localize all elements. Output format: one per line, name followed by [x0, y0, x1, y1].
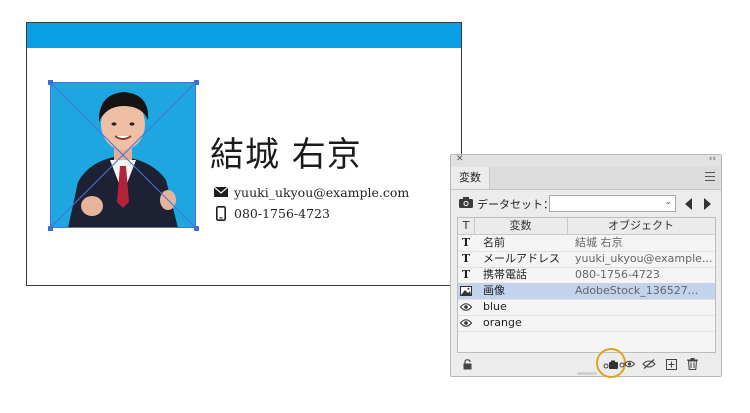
image-variable-icon: [458, 283, 474, 299]
panel-title-strip: ✕ ‹‹: [451, 154, 721, 167]
capture-dataset-icon[interactable]: [603, 357, 619, 371]
variable-object: 結城 右京: [575, 236, 623, 249]
table-header: T 変数 オブジェクト: [458, 218, 715, 235]
portrait-photo[interactable]: [50, 82, 196, 228]
card-email-row: yuuki_ukyou@example.com: [213, 183, 409, 201]
table-row[interactable]: blue: [458, 299, 715, 316]
table-row[interactable]: T 携帯電話 080-1756-4723: [458, 267, 715, 284]
variable-name: 画像: [483, 284, 505, 297]
portrait-illustration: [50, 82, 196, 228]
lock-icon[interactable]: [459, 357, 475, 371]
visibility-variable-icon: [458, 299, 474, 315]
card-email-text[interactable]: yuuki_ukyou@example.com: [234, 185, 409, 200]
variable-object: yuuki_ukyou@example...: [575, 252, 713, 265]
selection-handle[interactable]: [194, 80, 199, 85]
variable-name: orange: [483, 316, 522, 329]
variable-object: AdobeStock_136527...: [575, 284, 699, 297]
panel-resize-grip[interactable]: [577, 372, 597, 375]
new-variable-icon[interactable]: [663, 357, 679, 371]
table-row-selected[interactable]: 画像 AdobeStock_136527...: [458, 283, 715, 300]
chevron-down-icon[interactable]: ⌄: [664, 197, 672, 207]
table-row[interactable]: T メールアドレス yuuki_ukyou@example...: [458, 251, 715, 268]
variables-panel: ✕ ‹‹ 変数 データセット： ⌄ T 変数 オブジェクト T 名前 結城 右京…: [450, 154, 722, 378]
table-row[interactable]: orange: [458, 315, 715, 332]
panel-menu-icon[interactable]: [705, 172, 715, 184]
mobile-phone-icon: [213, 205, 229, 221]
dataset-select[interactable]: ⌄: [549, 195, 676, 212]
text-variable-icon: T: [461, 252, 471, 265]
variable-name: blue: [483, 300, 507, 313]
card-accent-bar: [27, 23, 461, 48]
card-phone-text[interactable]: 080-1756-4723: [234, 206, 330, 221]
panel-tab-bar: 変数: [451, 167, 721, 190]
make-static-icon[interactable]: [641, 357, 657, 371]
next-dataset-icon[interactable]: [704, 198, 711, 210]
close-icon[interactable]: ✕: [456, 154, 464, 164]
variable-name: メールアドレス: [483, 252, 560, 265]
card-phone-row: 080-1756-4723: [213, 204, 330, 222]
text-variable-icon: T: [461, 268, 471, 281]
variable-name: 携帯電話: [483, 268, 527, 281]
selection-handle[interactable]: [48, 226, 53, 231]
mail-icon: [213, 184, 229, 200]
dataset-label: データセット：: [477, 198, 554, 211]
collapse-panel-icon[interactable]: ‹‹: [709, 154, 716, 164]
column-header-variable[interactable]: 変数: [474, 218, 568, 234]
tab-variables[interactable]: 変数: [451, 167, 490, 189]
delete-variable-icon[interactable]: [684, 357, 700, 371]
make-visibility-dynamic-icon[interactable]: [619, 357, 635, 371]
variable-name: 名前: [483, 236, 505, 249]
table-row[interactable]: T 名前 結城 右京: [458, 235, 715, 252]
variables-table: T 変数 オブジェクト T 名前 結城 右京 T メールアドレス yuuki_u…: [457, 217, 716, 353]
selection-handle[interactable]: [48, 80, 53, 85]
card-name-text[interactable]: 結城 右京: [210, 127, 362, 176]
dataset-row: データセット：: [459, 195, 554, 213]
camera-icon[interactable]: [459, 197, 473, 211]
visibility-variable-icon: [458, 315, 474, 331]
business-card-artboard: 結城 右京 yuuki_ukyou@example.com 080-1756-4…: [26, 22, 462, 286]
column-header-object[interactable]: オブジェクト: [567, 218, 715, 234]
selection-handle[interactable]: [194, 226, 199, 231]
previous-dataset-icon[interactable]: [685, 198, 692, 210]
text-variable-icon: T: [461, 236, 471, 249]
column-header-type[interactable]: T: [458, 218, 475, 234]
variable-object: 080-1756-4723: [575, 268, 660, 281]
